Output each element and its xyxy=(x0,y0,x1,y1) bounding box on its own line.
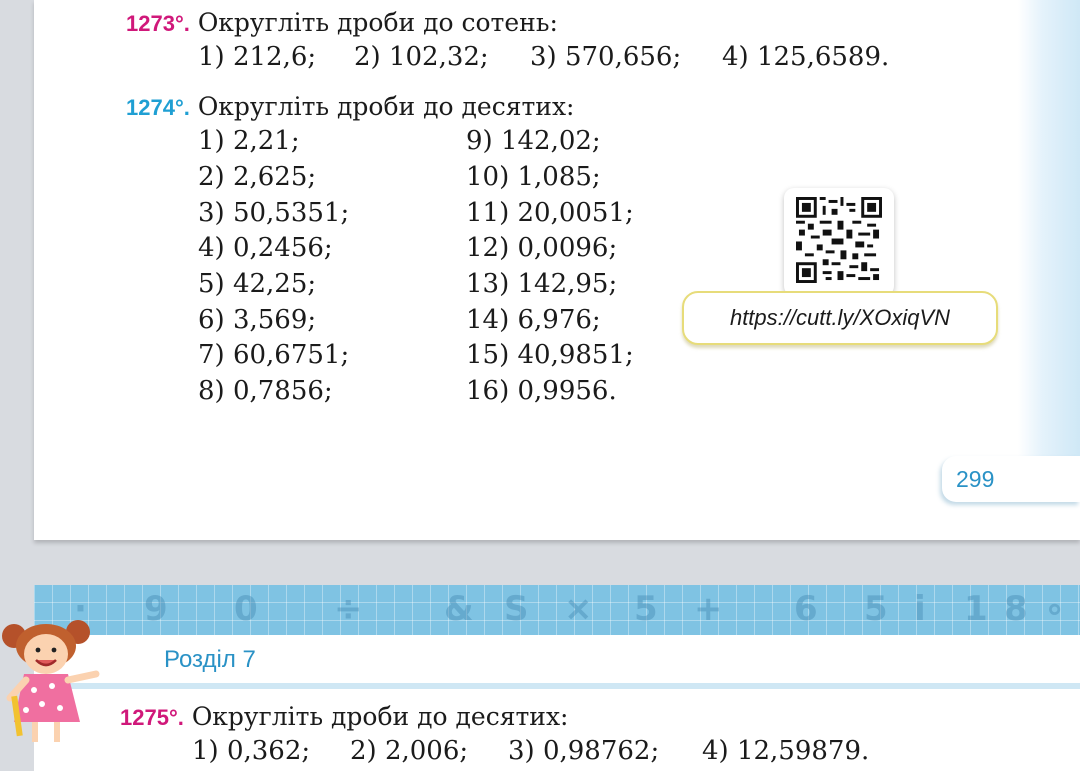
exercise-title: Округліть дроби до десятих: xyxy=(197,92,575,121)
exercise-number: 1274°. xyxy=(126,95,190,120)
page-edge-decoration xyxy=(1018,0,1080,500)
exercise-item: 2) 102,32; xyxy=(354,42,489,72)
exercise-1275-items: 1) 0,362; 2) 2,006; 3) 0,98762; 4) 12,59879… xyxy=(192,736,869,766)
exercise-title: Округліть дроби до сотень: xyxy=(197,8,558,37)
exercise-item: 9) 142,02; xyxy=(466,126,601,156)
exercise-item: 1) 2,21; xyxy=(198,126,300,156)
exercise-item: 5) 42,25; xyxy=(198,269,317,299)
exercise-number: 1275°. xyxy=(120,705,184,730)
exercise-number: 1273°. xyxy=(126,11,190,36)
exercise-item: 3) 50,5351; xyxy=(198,198,350,228)
exercise-1273-items: 1) 212,6; 2) 102,32; 3) 570,656; 4) 125,658… xyxy=(198,42,889,72)
exercise-item: 7) 60,6751; xyxy=(198,340,350,370)
section-label: Розділ 7 xyxy=(164,646,256,673)
decorative-banner: ∙ 9 0 ÷ & S × 5 + 6 5 i 1 8 ∘ xyxy=(34,585,1080,635)
section-header: Розділ 7 xyxy=(34,635,1080,689)
exercise-item: 16) 0,9956. xyxy=(466,376,617,406)
exercise-item: 3) 570,656; xyxy=(530,42,682,72)
exercise-1273-heading: 1273°. Округліть дроби до сотень: xyxy=(126,8,558,37)
exercise-item: 13) 142,95; xyxy=(466,269,618,299)
exercise-item: 2) 2,625; xyxy=(198,162,317,192)
qr-code-icon xyxy=(796,197,882,283)
exercise-item: 1) 212,6; xyxy=(198,42,317,72)
exercise-title: Округліть дроби до десятих: xyxy=(191,702,569,731)
qr-code-card[interactable] xyxy=(784,188,894,296)
exercise-item: 4) 0,2456; xyxy=(198,233,333,263)
exercise-item: 8) 0,7856; xyxy=(198,376,333,406)
exercise-item: 14) 6,976; xyxy=(466,305,601,335)
exercise-item: 1) 0,362; xyxy=(192,736,311,766)
exercise-item: 2) 2,006; xyxy=(350,736,469,766)
exercise-item: 4) 125,6589. xyxy=(722,42,890,72)
exercise-item: 10) 1,085; xyxy=(466,162,601,192)
qr-link[interactable]: https://cutt.ly/XOxiqVN xyxy=(682,291,998,345)
exercise-item: 3) 0,98762; xyxy=(508,736,660,766)
exercise-1274-heading: 1274°. Округліть дроби до десятих: xyxy=(126,92,575,121)
exercise-1275-heading: 1275°. Округліть дроби до десятих: xyxy=(120,702,569,731)
exercise-item: 4) 12,59879. xyxy=(702,736,870,766)
exercise-item: 11) 20,0051; xyxy=(466,198,634,228)
girl-illustration-icon xyxy=(2,620,100,742)
exercise-item: 15) 40,9851; xyxy=(466,340,634,370)
page-number: 299 xyxy=(942,456,1080,502)
exercise-item: 6) 3,569; xyxy=(198,305,317,335)
exercise-item: 12) 0,0096; xyxy=(466,233,618,263)
